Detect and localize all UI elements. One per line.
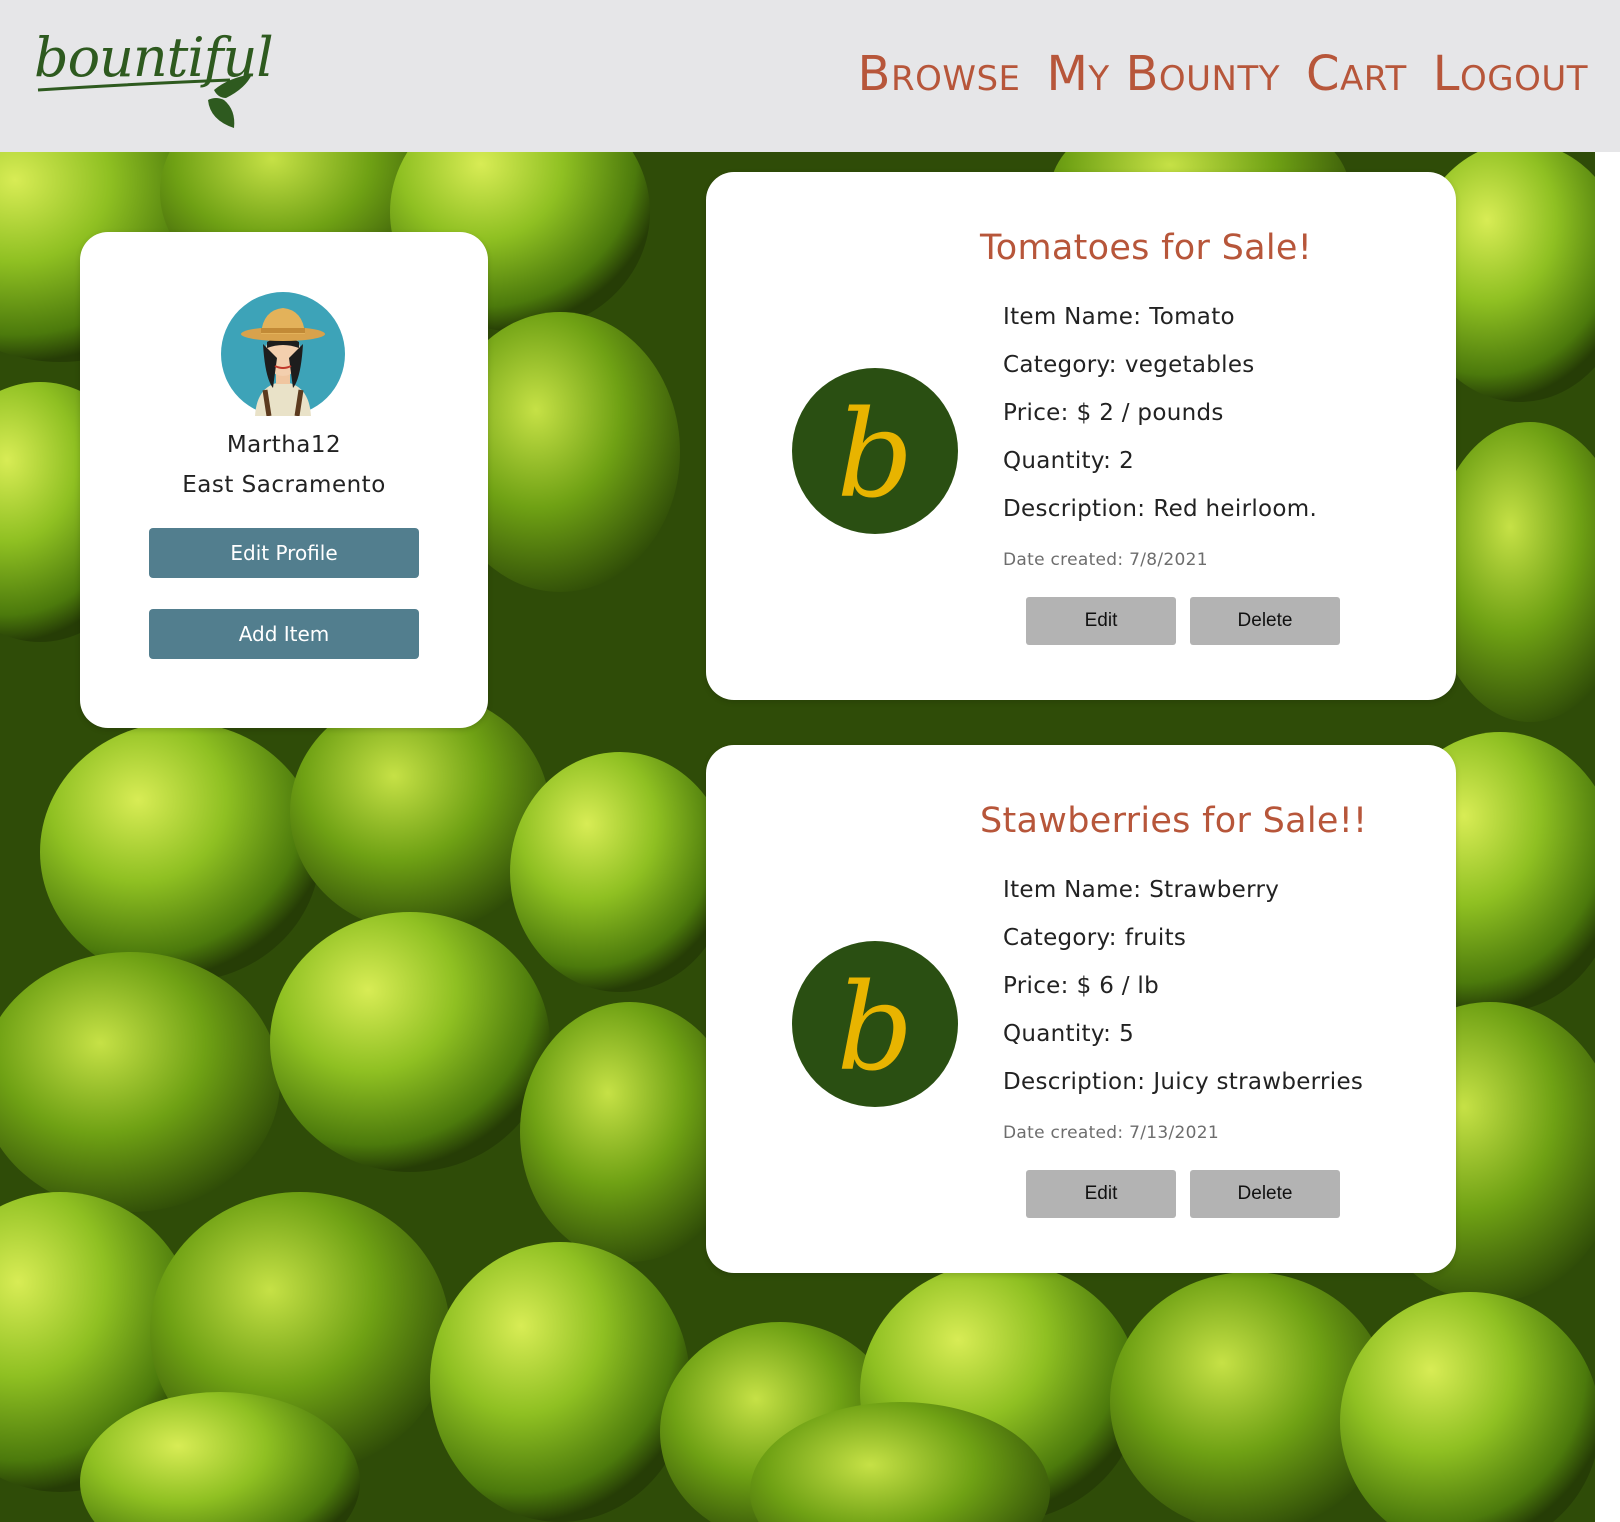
item-name-row: Item Name: Strawberry — [1003, 877, 1280, 903]
item-quantity-value: 2 — [1119, 448, 1135, 474]
item-card: Tomatoes for Sale! b Item Name: Tomato Ca… — [706, 172, 1456, 700]
edit-item-button[interactable]: Edit — [1026, 597, 1176, 645]
profile-username: Martha12 — [226, 432, 342, 458]
item-quantity-row: Quantity: 2 — [1003, 448, 1135, 474]
delete-item-button[interactable]: Delete — [1190, 597, 1340, 645]
item-category-value: vegetables — [1124, 352, 1255, 378]
bountiful-b-logo-icon: b — [792, 368, 958, 534]
item-price-value: $ 6 / lb — [1076, 973, 1160, 999]
item-date-created: Date created: 7/8/2021 — [1003, 550, 1208, 570]
item-description-row: Description: Red heirloom. — [1003, 496, 1318, 522]
item-price-row: Price: $ 6 / lb — [1003, 973, 1160, 999]
item-price-value: $ 2 / pounds — [1076, 400, 1224, 426]
item-category-row: Category: vegetables — [1003, 352, 1255, 378]
delete-item-button[interactable]: Delete — [1190, 1170, 1340, 1218]
edit-profile-button[interactable]: Edit Profile — [149, 528, 419, 578]
item-description-value: Red heirloom. — [1153, 496, 1318, 522]
bountiful-logo[interactable]: bountiful — [30, 22, 274, 132]
svg-text:b: b — [837, 959, 914, 1098]
nav-browse[interactable]: Browse — [858, 50, 1021, 98]
svg-text:b: b — [837, 386, 914, 525]
item-quantity-value: 5 — [1119, 1021, 1135, 1047]
farmer-avatar-icon — [221, 292, 345, 416]
profile-card: Martha12 East Sacramento Edit Profile Ad… — [80, 232, 488, 728]
nav-logout[interactable]: Logout — [1433, 50, 1588, 98]
edit-item-button[interactable]: Edit — [1026, 1170, 1176, 1218]
nav-cart[interactable]: Cart — [1306, 50, 1407, 98]
item-category-row: Category: fruits — [1003, 925, 1187, 951]
item-description-row: Description: Juicy strawberries — [1003, 1069, 1364, 1095]
item-name-value: Strawberry — [1149, 877, 1280, 903]
item-description-value: Juicy strawberries — [1153, 1069, 1364, 1095]
bountiful-b-logo-icon: b — [792, 941, 958, 1107]
add-item-button[interactable]: Add Item — [149, 609, 419, 659]
item-date-created: Date created: 7/13/2021 — [1003, 1123, 1219, 1143]
item-name-row: Item Name: Tomato — [1003, 304, 1235, 330]
profile-location: East Sacramento — [182, 472, 386, 498]
item-title: Stawberries for Sale!! — [980, 801, 1368, 841]
nav-my-bounty[interactable]: My Bounty — [1047, 50, 1281, 98]
item-title: Tomatoes for Sale! — [980, 228, 1313, 268]
item-fields: Item Name: Tomato Category: vegetables Pri… — [1003, 302, 1317, 542]
item-quantity-row: Quantity: 5 — [1003, 1021, 1135, 1047]
main-nav: Browse My Bounty Cart Logout — [858, 50, 1588, 98]
item-fields: Item Name: Strawberry Category: fruits Pri… — [1003, 875, 1363, 1115]
leaf-icon — [37, 74, 252, 128]
item-category-value: fruits — [1124, 925, 1187, 951]
item-price-row: Price: $ 2 / pounds — [1003, 400, 1224, 426]
top-header: bountiful Browse My Bounty Cart Logout — [0, 0, 1620, 152]
item-card: Stawberries for Sale!! b Item Name: Straw… — [706, 745, 1456, 1273]
item-name-value: Tomato — [1149, 304, 1235, 330]
